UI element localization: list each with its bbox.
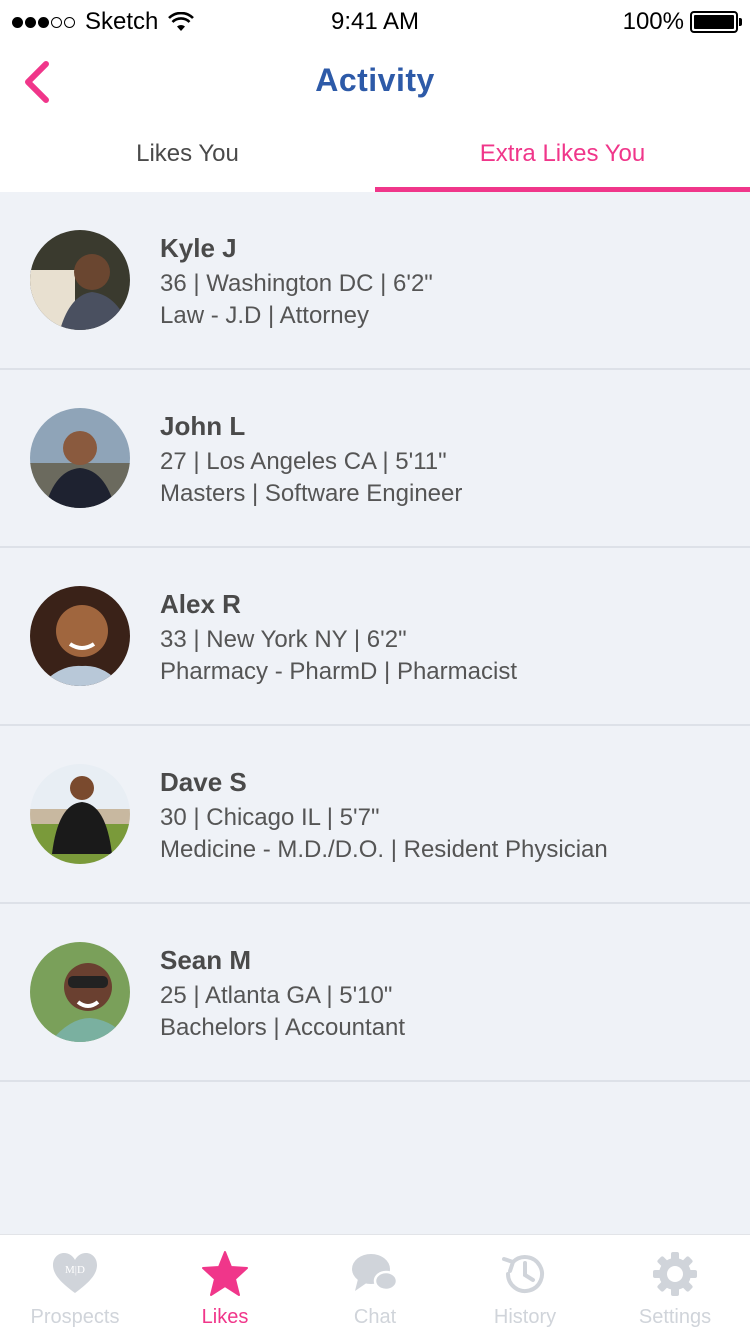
list-item[interactable]: Sean M 25 | Atlanta GA | 5'10" Bachelors… [0, 904, 750, 1082]
history-clock-icon [502, 1255, 544, 1294]
profile-name: Sean M [160, 945, 252, 975]
profile-career: Masters | Software Engineer [160, 480, 463, 507]
list-item[interactable]: Kyle J 36 | Washington DC | 6'2" Law - J… [0, 192, 750, 370]
profile-details: 27 | Los Angeles CA | 5'11" [160, 448, 447, 475]
list-item[interactable]: John L 27 | Los Angeles CA | 5'11" Maste… [0, 370, 750, 548]
battery-status: 100% [622, 8, 742, 36]
profile-details: 25 | Atlanta GA | 5'10" [160, 982, 393, 1009]
battery-icon [690, 11, 742, 33]
avatar [30, 586, 130, 686]
profile-career: Law - J.D | Attorney [160, 302, 369, 329]
profile-info: Sean M 25 | Atlanta GA | 5'10" Bachelors… [160, 944, 405, 1044]
tab-label: Likes [201, 1306, 249, 1328]
profile-info: Alex R 33 | New York NY | 6'2" Pharmacy … [160, 588, 517, 688]
profile-name: Dave S [160, 767, 247, 797]
profile-list: Kyle J 36 | Washington DC | 6'2" Law - J… [0, 192, 750, 1082]
list-item[interactable]: Dave S 30 | Chicago IL | 5'7" Medicine -… [0, 726, 750, 904]
star-icon [202, 1251, 248, 1296]
list-item[interactable]: Alex R 33 | New York NY | 6'2" Pharmacy … [0, 548, 750, 726]
segment-tabs: Likes You Extra Likes You [0, 122, 750, 192]
profile-career: Pharmacy - PharmD | Pharmacist [160, 658, 517, 685]
profile-career: Bachelors | Accountant [160, 1014, 406, 1041]
tab-likes-you[interactable]: Likes You [0, 122, 375, 192]
chat-bubbles-icon [352, 1254, 399, 1292]
svg-text:M|D: M|D [65, 1264, 85, 1276]
tab-label: Prospects [30, 1306, 120, 1328]
profile-details: 30 | Chicago IL | 5'7" [160, 804, 380, 831]
profile-name: Kyle J [160, 233, 237, 263]
profile-name: John L [160, 411, 246, 441]
profile-details: 33 | New York NY | 6'2" [160, 626, 407, 653]
avatar [30, 942, 130, 1042]
tab-label: Settings [638, 1306, 712, 1328]
navigation-bar: Activity [0, 40, 750, 122]
tab-history[interactable]: History [450, 1235, 600, 1334]
status-bar: Sketch 9:41 AM 100% [0, 0, 750, 40]
heart-md-icon: M|D [53, 1253, 97, 1293]
profile-name: Alex R [160, 589, 241, 619]
tab-label: History [493, 1306, 557, 1328]
tab-extra-likes-you[interactable]: Extra Likes You [375, 122, 750, 192]
profile-info: Dave S 30 | Chicago IL | 5'7" Medicine -… [160, 766, 608, 866]
profile-info: Kyle J 36 | Washington DC | 6'2" Law - J… [160, 232, 433, 332]
activity-screen: Sketch 9:41 AM 100% Activity Likes You E… [0, 0, 750, 1334]
avatar [30, 230, 130, 330]
avatar [30, 408, 130, 508]
gear-icon [653, 1252, 697, 1296]
battery-percent: 100% [622, 8, 684, 35]
bottom-tab-bar: M|D Prospects Likes Chat History Setting… [0, 1234, 750, 1334]
page-title: Activity [315, 62, 435, 98]
profile-info: John L 27 | Los Angeles CA | 5'11" Maste… [160, 410, 462, 510]
tab-prospects[interactable]: M|D Prospects [0, 1235, 150, 1334]
profile-details: 36 | Washington DC | 6'2" [160, 270, 433, 297]
tab-likes[interactable]: Likes [150, 1235, 300, 1334]
tab-settings[interactable]: Settings [600, 1235, 750, 1334]
tab-chat[interactable]: Chat [300, 1235, 450, 1334]
avatar [30, 764, 130, 864]
profile-career: Medicine - M.D./D.O. | Resident Physicia… [160, 836, 608, 863]
tab-label: Chat [353, 1306, 397, 1328]
